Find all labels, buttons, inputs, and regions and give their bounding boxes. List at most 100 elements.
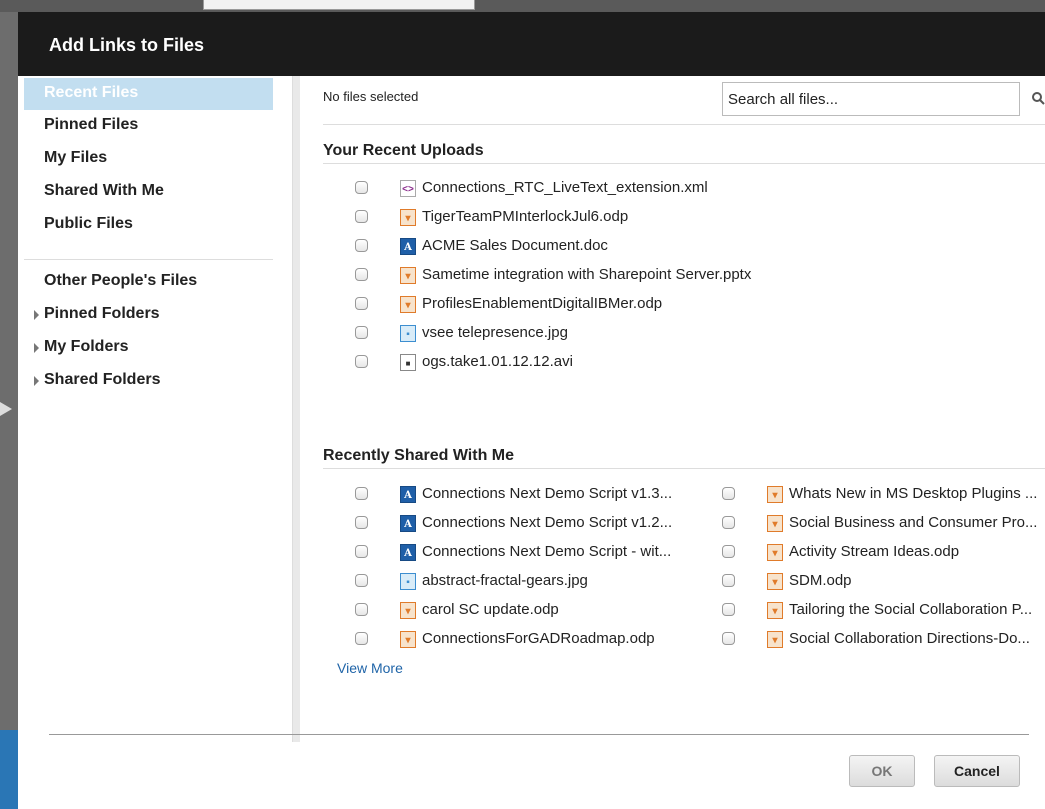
file-checkbox[interactable] [355, 239, 368, 252]
file-checkbox[interactable] [355, 574, 368, 587]
sidebar-item-label: Other People's Files [44, 272, 198, 289]
file-row[interactable]: A Connections Next Demo Script v1.2... [355, 510, 707, 539]
sidebar-item-public-files[interactable]: Public Files [24, 209, 273, 241]
search-icon[interactable] [1032, 92, 1045, 105]
search-input[interactable]: Search all files... [722, 82, 1020, 116]
expand-caret-icon[interactable] [34, 310, 39, 320]
file-name[interactable]: abstract-fractal-gears.jpg [422, 572, 704, 589]
search-input-text: Search all files... [728, 91, 839, 108]
main-pane: No files selected Search all files... Yo… [299, 76, 1045, 742]
cancel-button[interactable]: Cancel [934, 755, 1020, 787]
file-name[interactable]: Connections Next Demo Script v1.2... [422, 514, 704, 531]
background-input [203, 0, 475, 10]
view-more-link[interactable]: View More [337, 660, 403, 676]
presentation-file-icon: ▾ [767, 486, 783, 503]
presentation-file-icon: ▾ [400, 296, 416, 313]
file-row[interactable]: ▾ Activity Stream Ideas.odp [722, 539, 1044, 568]
presentation-file-icon: ▾ [767, 544, 783, 561]
file-row[interactable]: <> Connections_RTC_LiveText_extension.xml [355, 175, 1005, 204]
background-arrow-icon [0, 402, 12, 416]
sidebar-item-pinned-folders[interactable]: Pinned Folders [24, 299, 273, 331]
sidebar-item-pinned-files[interactable]: Pinned Files [24, 110, 273, 142]
file-row[interactable]: ▾ Tailoring the Social Collaboration P... [722, 597, 1044, 626]
file-name[interactable]: Sametime integration with Sharepoint Ser… [422, 266, 1002, 283]
file-name[interactable]: ConnectionsForGADRoadmap.odp [422, 630, 704, 647]
sidebar: Recent Files Pinned Files My Files Share… [18, 76, 273, 756]
sidebar-item-my-files[interactable]: My Files [24, 143, 273, 175]
file-name[interactable]: Tailoring the Social Collaboration P... [789, 601, 1041, 618]
file-row[interactable]: A Connections Next Demo Script - wit... [355, 539, 707, 568]
file-row[interactable]: ▾ ConnectionsForGADRoadmap.odp [355, 626, 707, 655]
file-checkbox[interactable] [722, 487, 735, 500]
sidebar-item-label: Pinned Folders [44, 305, 160, 322]
file-name[interactable]: Connections_RTC_LiveText_extension.xml [422, 179, 1002, 196]
expand-caret-icon[interactable] [34, 343, 39, 353]
file-row[interactable]: ▾ Sametime integration with Sharepoint Se… [355, 262, 1005, 291]
file-name[interactable]: Activity Stream Ideas.odp [789, 543, 1041, 560]
sidebar-item-recent-files[interactable]: Recent Files [24, 78, 273, 110]
document-file-icon: A [400, 544, 416, 561]
file-row[interactable]: ▾ TigerTeamPMInterlockJul6.odp [355, 204, 1005, 233]
document-file-icon: A [400, 486, 416, 503]
sidebar-item-label: Shared With Me [44, 182, 164, 199]
sidebar-item-my-folders[interactable]: My Folders [24, 332, 273, 364]
file-row[interactable]: ▾ ProfilesEnablementDigitalIBMer.odp [355, 291, 1005, 320]
file-checkbox[interactable] [722, 632, 735, 645]
file-row[interactable]: ▾ Whats New in MS Desktop Plugins ... [722, 481, 1044, 510]
file-name[interactable]: vsee telepresence.jpg [422, 324, 1002, 341]
file-checkbox[interactable] [355, 487, 368, 500]
file-checkbox[interactable] [355, 545, 368, 558]
presentation-file-icon: ▾ [767, 515, 783, 532]
file-name[interactable]: Whats New in MS Desktop Plugins ... [789, 485, 1041, 502]
sidebar-item-shared-folders[interactable]: Shared Folders [24, 365, 273, 397]
file-checkbox[interactable] [355, 181, 368, 194]
file-row[interactable]: ▾ SDM.odp [722, 568, 1044, 597]
file-name[interactable]: SDM.odp [789, 572, 1041, 589]
file-checkbox[interactable] [355, 210, 368, 223]
file-name[interactable]: Connections Next Demo Script - wit... [422, 543, 704, 560]
file-name[interactable]: ACME Sales Document.doc [422, 237, 1002, 254]
section-divider [323, 468, 1045, 469]
presentation-file-icon: ▾ [400, 602, 416, 619]
file-name[interactable]: TigerTeamPMInterlockJul6.odp [422, 208, 1002, 225]
sidebar-item-label: Recent Files [44, 84, 139, 101]
file-checkbox[interactable] [722, 574, 735, 587]
file-name[interactable]: carol SC update.odp [422, 601, 704, 618]
file-checkbox[interactable] [355, 603, 368, 616]
file-checkbox[interactable] [355, 632, 368, 645]
expand-caret-icon[interactable] [34, 376, 39, 386]
file-checkbox[interactable] [355, 297, 368, 310]
sidebar-item-shared-with-me[interactable]: Shared With Me [24, 176, 273, 208]
file-name[interactable]: Social Business and Consumer Pro... [789, 514, 1041, 531]
file-name[interactable]: ogs.take1.01.12.12.avi [422, 353, 1002, 370]
file-name[interactable]: Social Collaboration Directions-Do... [789, 630, 1041, 647]
presentation-file-icon: ▾ [400, 209, 416, 226]
file-name[interactable]: Connections Next Demo Script v1.3... [422, 485, 704, 502]
image-file-icon: ▪ [400, 325, 416, 342]
file-checkbox[interactable] [355, 355, 368, 368]
ok-button[interactable]: OK [849, 755, 915, 787]
file-row[interactable]: ▪ abstract-fractal-gears.jpg [355, 568, 707, 597]
file-row[interactable]: ■ ogs.take1.01.12.12.avi [355, 349, 1005, 378]
file-row[interactable]: ▾ Social Collaboration Directions-Do... [722, 626, 1044, 655]
file-name[interactable]: ProfilesEnablementDigitalIBMer.odp [422, 295, 1002, 312]
file-checkbox[interactable] [722, 603, 735, 616]
file-row[interactable]: A Connections Next Demo Script v1.3... [355, 481, 707, 510]
file-row[interactable]: ▾ Social Business and Consumer Pro... [722, 510, 1044, 539]
sidebar-item-other-peoples-files[interactable]: Other People's Files [24, 266, 273, 298]
file-checkbox[interactable] [722, 545, 735, 558]
header-divider [323, 124, 1045, 125]
xml-file-icon: <> [400, 180, 416, 197]
file-checkbox[interactable] [355, 268, 368, 281]
selection-status: No files selected [323, 89, 419, 104]
file-row[interactable]: A ACME Sales Document.doc [355, 233, 1005, 262]
presentation-file-icon: ▾ [767, 573, 783, 590]
file-row[interactable]: ▾ carol SC update.odp [355, 597, 707, 626]
document-file-icon: A [400, 238, 416, 255]
file-checkbox[interactable] [722, 516, 735, 529]
file-row[interactable]: ▪ vsee telepresence.jpg [355, 320, 1005, 349]
presentation-file-icon: ▾ [767, 602, 783, 619]
file-checkbox[interactable] [355, 516, 368, 529]
file-checkbox[interactable] [355, 326, 368, 339]
dialog-titlebar: Add Links to Files [18, 12, 1045, 76]
